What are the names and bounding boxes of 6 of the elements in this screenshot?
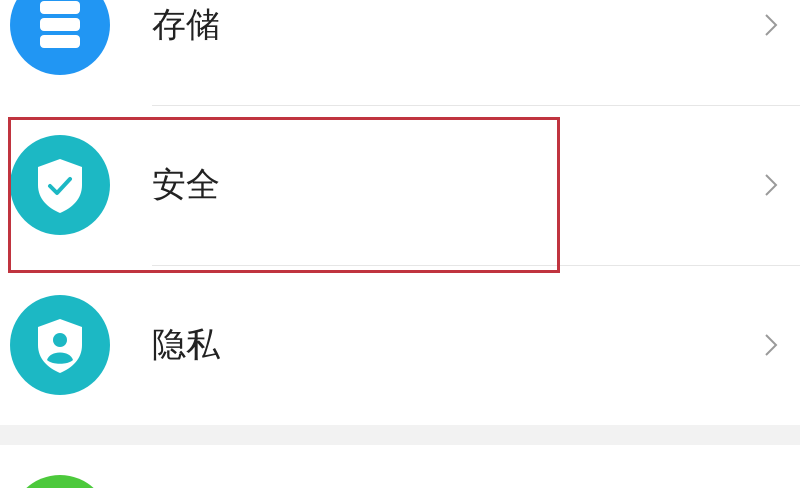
row-label: 安全	[152, 164, 220, 206]
row-label: 存储	[152, 4, 220, 46]
row-label: 隐私	[152, 324, 220, 367]
chevron-icon	[764, 172, 778, 196]
chevron-icon	[764, 333, 778, 357]
chevron-icon	[764, 12, 778, 36]
